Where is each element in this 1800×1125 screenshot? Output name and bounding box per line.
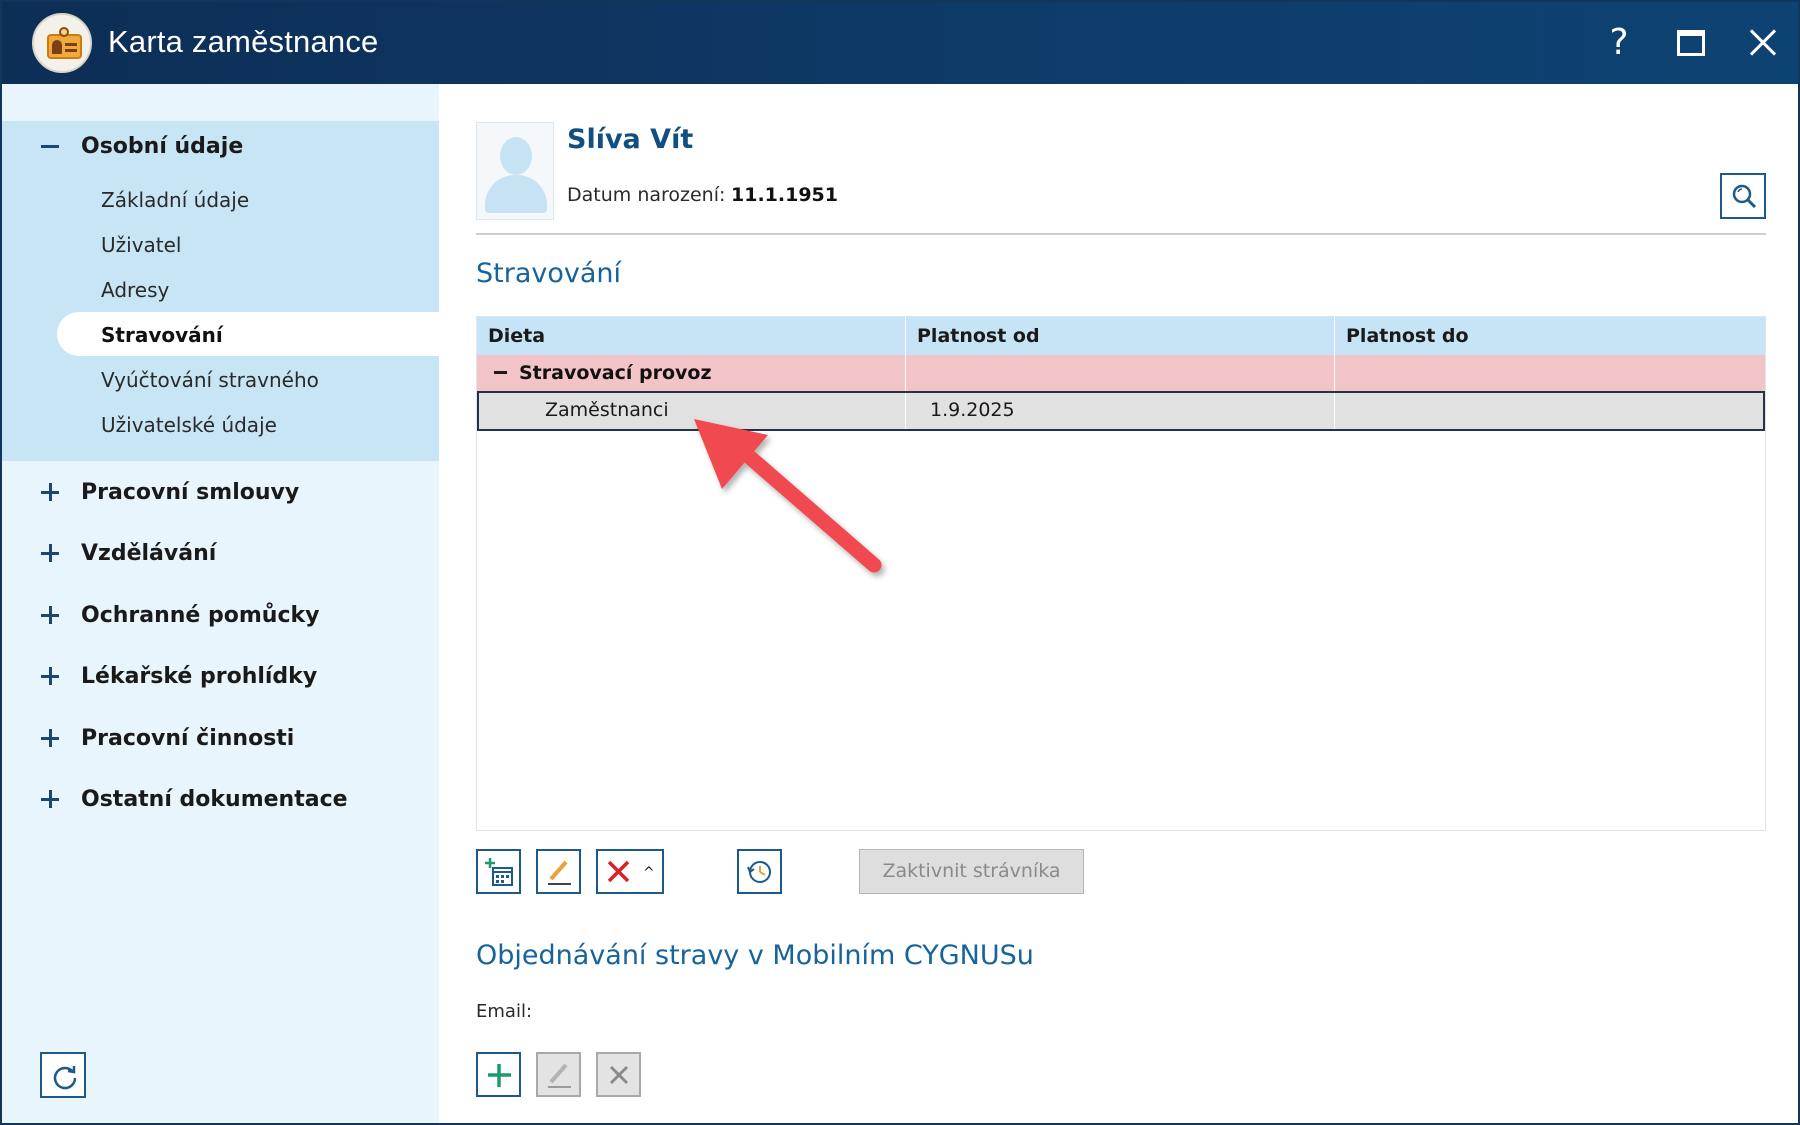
column-header-platnost-do[interactable]: Platnost do bbox=[1335, 317, 1765, 355]
delete-email-button bbox=[596, 1052, 641, 1097]
sidebar-group-label: Lékařské prohlídky bbox=[81, 664, 318, 689]
collapse-minus-icon bbox=[39, 135, 61, 157]
edit-diet-button[interactable] bbox=[536, 849, 581, 894]
dob-label: Datum narození: bbox=[567, 184, 726, 206]
maximize-icon[interactable] bbox=[1668, 20, 1714, 66]
add-calendar-icon bbox=[485, 858, 513, 886]
search-icon bbox=[1732, 184, 1757, 209]
sidebar-item-label: Uživatel bbox=[101, 233, 182, 257]
sidebar-item-label: Adresy bbox=[101, 278, 170, 302]
close-icon[interactable] bbox=[1740, 20, 1786, 66]
employee-card-window: Karta zaměstnance ? Osobní údaje Základn… bbox=[0, 0, 1800, 1125]
sidebar-group-pracovni-cinnosti[interactable]: Pracovní činnosti bbox=[2, 713, 439, 769]
employee-name: Slíva Vít bbox=[567, 124, 694, 155]
edit-email-button bbox=[536, 1052, 581, 1097]
sidebar-item-stravovani[interactable]: Stravování bbox=[57, 312, 439, 356]
annotation-arrow-icon bbox=[694, 419, 882, 573]
edit-pencil-icon bbox=[548, 1063, 571, 1088]
sidebar-group-osobni-udaje: Osobní údaje Základní údaje Uživatel Adr… bbox=[2, 121, 439, 461]
sidebar-group-label: Ochranné pomůcky bbox=[81, 603, 320, 628]
sidebar-group-label: Ostatní dokumentace bbox=[81, 787, 348, 812]
dob-value: 11.1.1951 bbox=[731, 184, 838, 206]
expand-plus-icon bbox=[39, 665, 61, 687]
column-header-platnost-od[interactable]: Platnost od bbox=[906, 317, 1335, 355]
add-email-button[interactable] bbox=[476, 1052, 521, 1097]
chevron-up-icon[interactable]: ^ bbox=[643, 865, 655, 881]
delete-diet-button[interactable]: ^ bbox=[596, 849, 664, 894]
group-row-stravovaci-provoz[interactable]: Stravovací provoz bbox=[477, 355, 1765, 391]
section-title-mobile-ordering: Objednávání stravy v Mobilním CYGNUSu bbox=[476, 940, 1034, 971]
sidebar-group-label: Pracovní činnosti bbox=[81, 726, 295, 751]
search-button[interactable] bbox=[1720, 173, 1766, 219]
sidebar-item-uzivatelske-udaje[interactable]: Uživatelské údaje bbox=[57, 402, 439, 446]
sidebar: Osobní údaje Základní údaje Uživatel Adr… bbox=[2, 84, 439, 1123]
sidebar-group-ostatni-dokumentace[interactable]: Ostatní dokumentace bbox=[2, 774, 439, 830]
collapse-minus-icon[interactable] bbox=[494, 371, 507, 374]
history-clock-icon bbox=[747, 861, 771, 883]
email-label: Email: bbox=[476, 1001, 533, 1022]
sidebar-group-label: Osobní údaje bbox=[81, 134, 244, 159]
sidebar-item-label: Základní údaje bbox=[101, 188, 250, 212]
sidebar-item-vyuctovani-stravneho[interactable]: Vyúčtování stravného bbox=[57, 357, 439, 401]
history-button[interactable] bbox=[737, 849, 782, 894]
sidebar-group-header-osobni-udaje[interactable]: Osobní údaje bbox=[2, 121, 439, 177]
window-title: Karta zaměstnance bbox=[108, 24, 379, 59]
sidebar-item-label: Stravování bbox=[101, 323, 223, 347]
help-icon[interactable]: ? bbox=[1596, 20, 1642, 66]
activate-diner-button: Zaktivnit strávníka bbox=[859, 849, 1084, 894]
expand-plus-icon bbox=[39, 604, 61, 626]
sidebar-item-label: Uživatelské údaje bbox=[101, 413, 277, 437]
sidebar-group-label: Vzdělávání bbox=[81, 541, 217, 566]
delete-x-icon bbox=[607, 860, 630, 883]
refresh-icon bbox=[53, 1066, 77, 1090]
sidebar-item-uzivatel[interactable]: Uživatel bbox=[57, 222, 439, 266]
add-diet-button[interactable] bbox=[476, 849, 521, 894]
group-label: Stravovací provoz bbox=[519, 362, 712, 384]
cell-platnost-do bbox=[1335, 393, 1763, 429]
main-panel: Slíva Vít Datum narození: 11.1.1951 Stra… bbox=[439, 84, 1798, 1123]
expand-plus-icon bbox=[39, 542, 61, 564]
meals-grid: Dieta Platnost od Platnost do Stravovací… bbox=[476, 316, 1766, 831]
header-divider bbox=[476, 233, 1766, 235]
sidebar-group-label: Pracovní smlouvy bbox=[81, 480, 300, 505]
plus-icon bbox=[488, 1064, 511, 1087]
sidebar-group-lekarske-prohlidky[interactable]: Lékařské prohlídky bbox=[2, 651, 439, 707]
sidebar-group-vzdelavani[interactable]: Vzdělávání bbox=[2, 528, 439, 584]
app-card-icon bbox=[32, 13, 92, 73]
expand-plus-icon bbox=[39, 481, 61, 503]
sidebar-group-ochranne-pomucky[interactable]: Ochranné pomůcky bbox=[2, 590, 439, 646]
person-placeholder-icon bbox=[476, 122, 554, 220]
grid-header: Dieta Platnost od Platnost do bbox=[477, 317, 1765, 355]
title-bar: Karta zaměstnance ? bbox=[2, 2, 1798, 84]
edit-pencil-icon bbox=[548, 860, 571, 885]
section-title-stravovani: Stravování bbox=[476, 258, 622, 289]
expand-plus-icon bbox=[39, 788, 61, 810]
column-header-dieta[interactable]: Dieta bbox=[477, 317, 906, 355]
cell-platnost-od: 1.9.2025 bbox=[906, 393, 1335, 429]
sidebar-item-adresy[interactable]: Adresy bbox=[57, 267, 439, 311]
expand-plus-icon bbox=[39, 727, 61, 749]
delete-x-icon bbox=[609, 1065, 629, 1085]
table-row[interactable]: Zaměstnanci 1.9.2025 bbox=[477, 391, 1765, 431]
sidebar-group-pracovni-smlouvy[interactable]: Pracovní smlouvy bbox=[2, 467, 439, 523]
refresh-button[interactable] bbox=[40, 1052, 86, 1098]
sidebar-item-zakladni-udaje[interactable]: Základní údaje bbox=[57, 177, 439, 221]
sidebar-item-label: Vyúčtování stravného bbox=[101, 368, 319, 392]
